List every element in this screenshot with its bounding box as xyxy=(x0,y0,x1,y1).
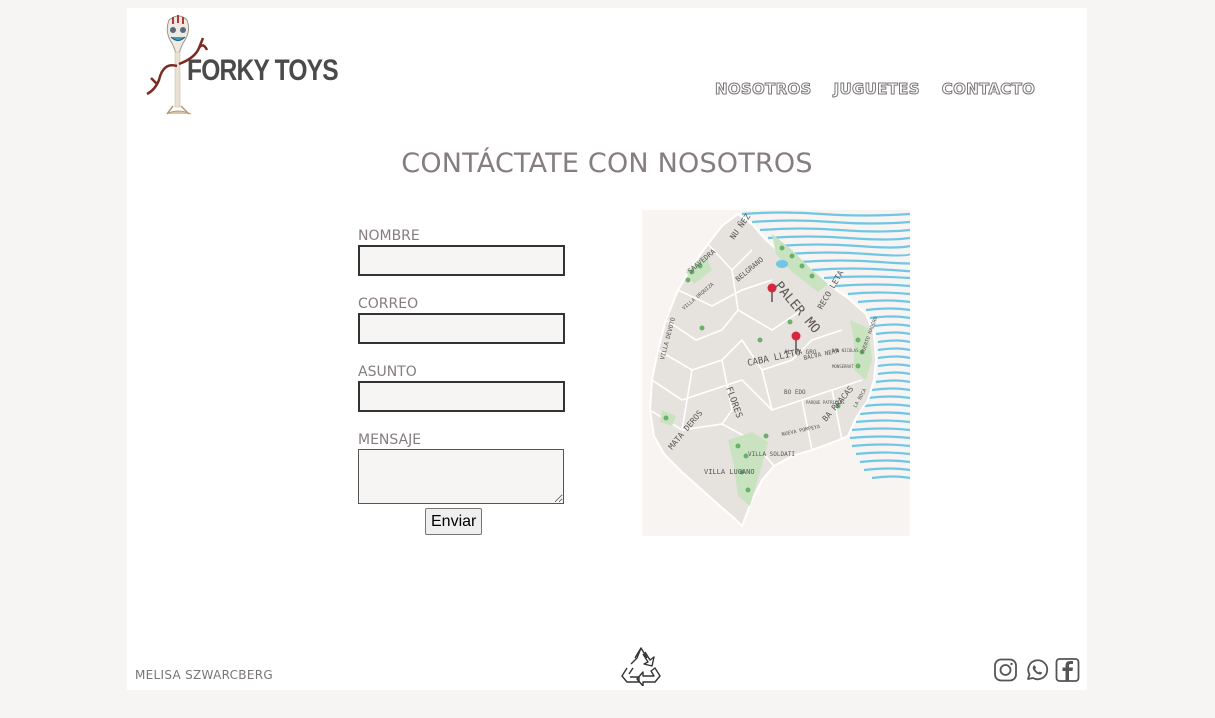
name-label: NOMBRE xyxy=(358,228,420,244)
page-title: CONTÁCTATE CON NOSOTROS xyxy=(401,148,813,179)
social-links xyxy=(993,657,1080,683)
brand-logo[interactable]: FORKY TOYS xyxy=(143,14,339,120)
email-label: CORREO xyxy=(358,296,419,312)
message-label: MENSAJE xyxy=(358,432,422,448)
subject-label: ASUNTO xyxy=(358,364,417,380)
map-label: SAN NICOLAS xyxy=(832,348,859,353)
nav-item-nosotros[interactable]: NOSOTROS xyxy=(715,80,812,99)
author-credit: MELISA SZWARCBERG xyxy=(135,668,273,682)
contact-form: NOMBRE CORREO ASUNTO MENSAJE Enviar xyxy=(358,228,568,535)
map-label: VILLA SOLDATI xyxy=(748,451,795,458)
email-input[interactable] xyxy=(358,313,565,344)
nav-item-contacto[interactable]: CONTACTO xyxy=(941,80,1035,99)
main-nav: NOSOTROS JUGUETES CONTACTO xyxy=(715,80,1057,99)
map-label: MONSERRAT xyxy=(832,364,854,369)
map-label: PARQUE PATRICIOS xyxy=(806,400,845,405)
city-map-image: NU ÑEZ SAAVEDRA BELGRANO VILLA URQUIZA P… xyxy=(642,210,910,536)
subject-input[interactable] xyxy=(358,381,565,412)
nav-item-juguetes[interactable]: JUGUETES xyxy=(833,80,920,99)
map-label: BO EDO xyxy=(784,389,806,396)
facebook-icon[interactable] xyxy=(1055,657,1080,683)
instagram-icon[interactable] xyxy=(993,657,1018,683)
name-input[interactable] xyxy=(358,245,565,276)
submit-button[interactable]: Enviar xyxy=(425,508,483,535)
recycle-icon xyxy=(621,647,661,686)
map-label: VILLA LUGANO xyxy=(704,468,755,476)
page-container: FORKY TOYS NOSOTROS JUGUETES CONTACTO CO… xyxy=(127,8,1087,690)
brand-name: FORKY TOYS xyxy=(187,54,339,87)
message-textarea[interactable] xyxy=(358,449,564,504)
whatsapp-icon[interactable] xyxy=(1024,657,1049,683)
